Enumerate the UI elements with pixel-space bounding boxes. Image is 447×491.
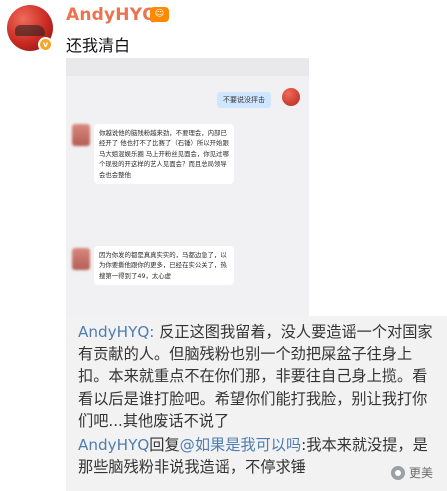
comment-author[interactable]: AndyHYQ — [78, 436, 149, 454]
chat-bubble-other: 因为你发的都是真真实实的，马都边急了，以为你要撕他跟你的更多，已经在实公关了，热… — [94, 246, 234, 286]
wechat-channel-icon — [391, 465, 405, 480]
comments-section: AndyHYQ: 反正这图我留着，没人要造谣一个对国家有贡献的人。但脑残粉也别一… — [66, 316, 447, 491]
post-text: 还我清白 — [66, 36, 131, 55]
chat-avatar-other-blurred — [72, 248, 90, 270]
comment-item: AndyHYQ: 反正这图我留着，没人要造谣一个对国家有贡献的人。但脑残粉也别一… — [78, 321, 442, 432]
chat-avatar-mine — [282, 88, 300, 106]
reply-mention-link[interactable]: @如果是我可以吗 — [180, 436, 302, 454]
comment-item: AndyHYQ回复@如果是我可以吗:我本来就没提，是那些脑残粉非说我造谣，不停求… — [78, 434, 442, 478]
watermark: 更美 — [391, 464, 433, 481]
post-username[interactable]: AndyHYQ — [66, 5, 157, 25]
verified-icon: v — [38, 37, 53, 52]
comment-author[interactable]: AndyHYQ: — [78, 323, 154, 341]
attached-chat-screenshot[interactable]: 不要说没抨击 你越说他的脑残粉越来劲，不要理会，内部已经开了 他也打不了比赛了（… — [66, 58, 309, 316]
chat-bubble-mine: 不要说没抨击 — [217, 92, 271, 108]
vip-level-icon: ☺ — [150, 7, 169, 22]
chat-bubble-other: 你越说他的脑残粉越来劲，不要理会，内部已经开了 他也打不了比赛了（石锤）所以开始… — [94, 124, 234, 185]
chat-avatar-other-blurred — [72, 124, 90, 146]
watermark-text: 更美 — [409, 466, 434, 480]
screenshot-status-bar — [66, 58, 309, 76]
reply-label: 回复 — [149, 436, 180, 454]
avatar-car-graphic — [15, 25, 45, 36]
